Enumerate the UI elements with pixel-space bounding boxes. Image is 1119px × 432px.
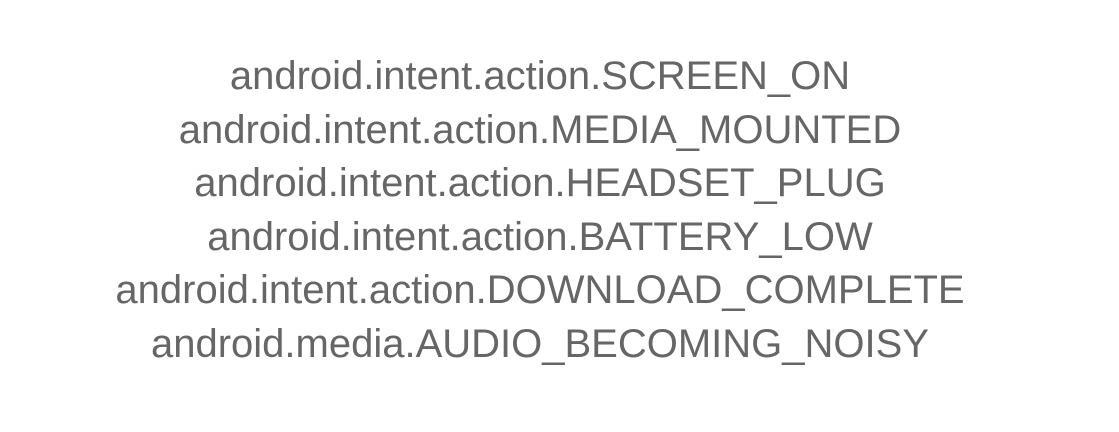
intent-battery-low: android.intent.action.BATTERY_LOW	[207, 214, 873, 259]
intent-audio-becoming-noisy: android.media.AUDIO_BECOMING_NOISY	[150, 321, 930, 366]
intent-action-list: android.intent.action.SCREEN_ON android.…	[0, 50, 1080, 371]
intent-media-mounted: android.intent.action.MEDIA_MOUNTED	[178, 107, 902, 152]
intent-headset-plug: android.intent.action.HEADSET_PLUG	[194, 161, 886, 205]
intent-download-complete: android.intent.action.DOWNLOAD_COMPLETE	[115, 268, 965, 312]
slide: android.intent.action.SCREEN_ON android.…	[0, 0, 1119, 432]
intent-screen-on: android.intent.action.SCREEN_ON	[229, 54, 851, 98]
